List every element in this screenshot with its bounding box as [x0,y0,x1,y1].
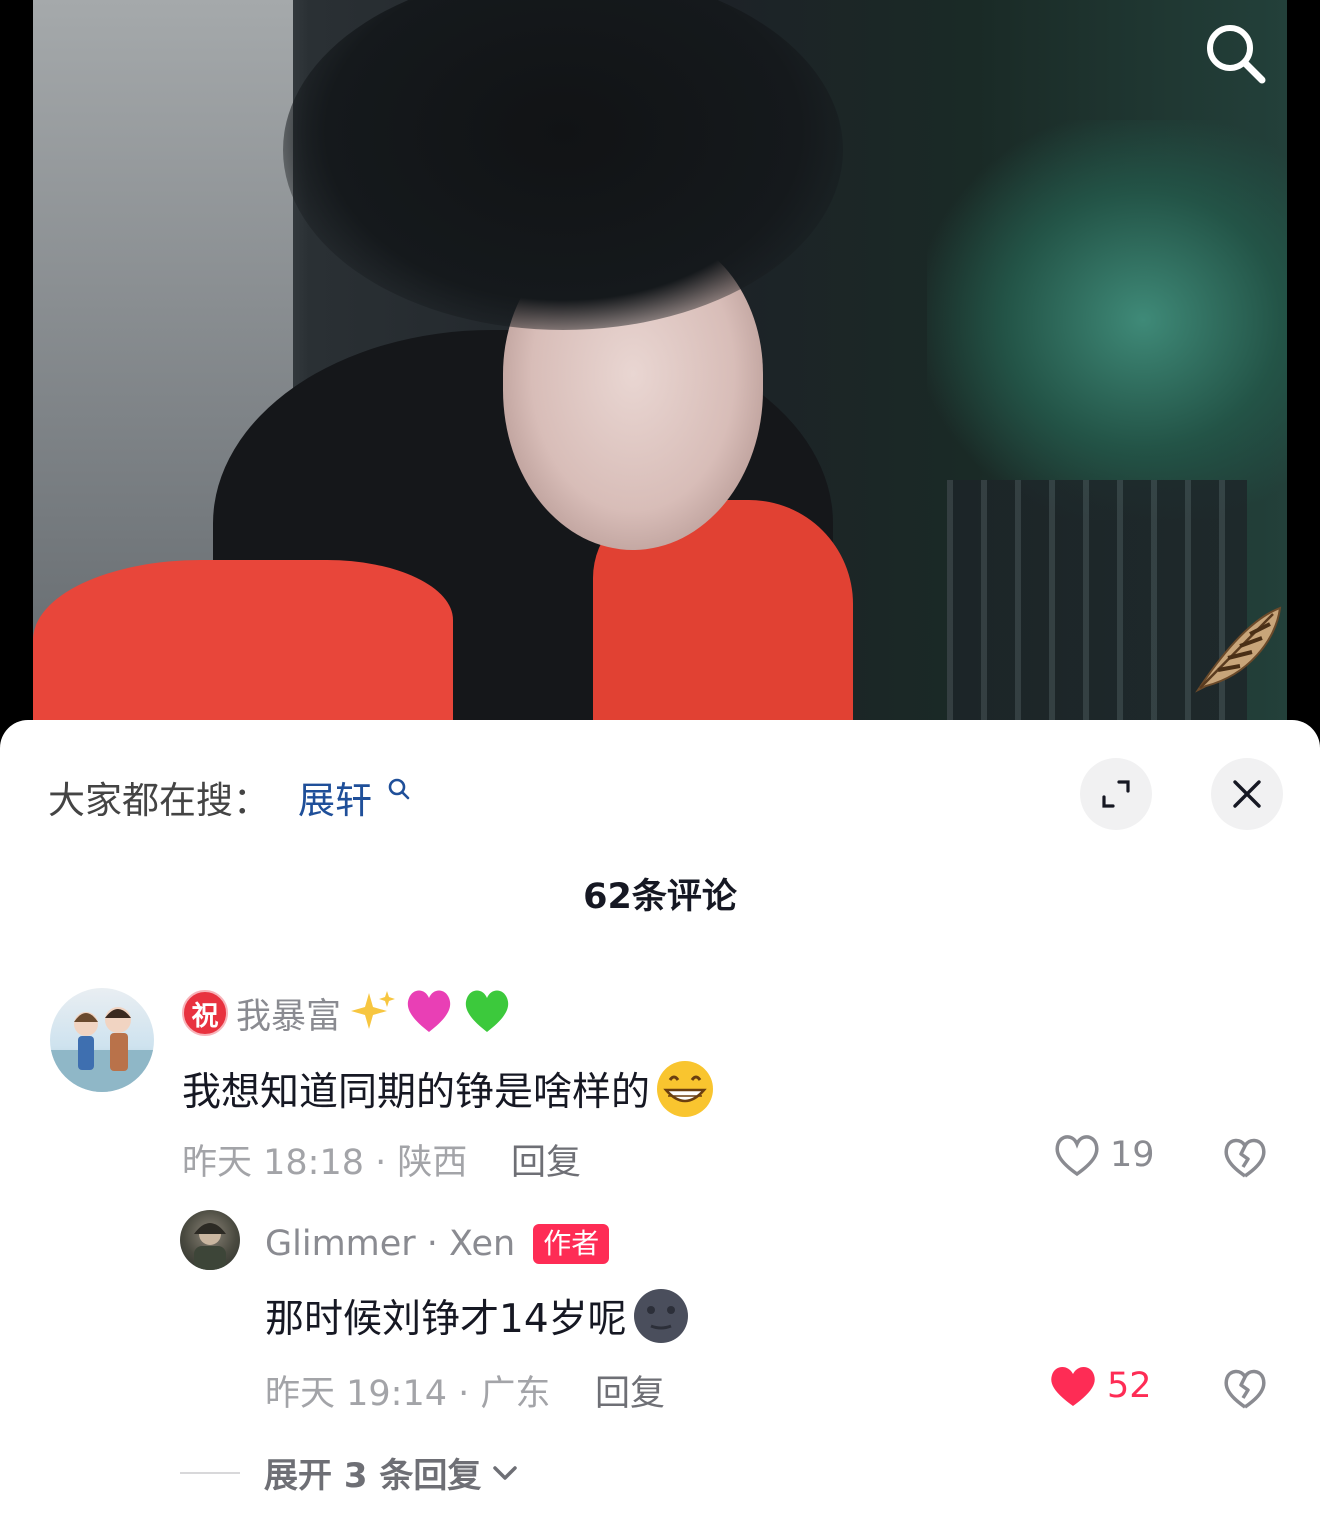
author-badge: 作者 [533,1224,610,1264]
green-heart-emoji-icon [463,988,511,1038]
chevron-down-icon [493,1465,518,1480]
feather-icon [1195,606,1282,693]
avatar[interactable] [50,988,154,1092]
like-count: 19 [1110,1135,1155,1175]
like-button[interactable]: 19 [1052,1132,1155,1178]
divider [180,1471,240,1474]
reply-body: 那时候刘铮才14岁呢 [265,1297,627,1342]
like-count: 52 [1107,1366,1152,1406]
new-moon-face-emoji-icon [633,1289,688,1343]
trending-keyword-link[interactable]: 展轩 [298,770,372,824]
close-icon [1233,780,1261,808]
keyword-search-icon [388,778,410,800]
expand-icon [1102,780,1130,808]
comment-username-row: 祝 我暴富 [182,988,511,1038]
comment-count-title: 62条评论 [583,877,737,917]
search-icon[interactable] [1202,20,1268,86]
close-button[interactable] [1211,758,1283,830]
reply-button[interactable]: 回复 [595,1365,665,1416]
heart-filled-icon [1051,1366,1095,1406]
like-button[interactable]: 52 [1047,1363,1152,1409]
expand-replies-button[interactable]: 展开 3 条回复 [180,1448,519,1497]
reply-time-location: 昨天 19:14 · 广东 [265,1374,551,1414]
comment-time-location: 昨天 18:18 · 陕西 [182,1143,468,1183]
avatar-illustration [50,1007,154,1092]
heart-outline-icon [1055,1135,1099,1177]
comment-panel: 大家都在搜： 展轩 62条评论 祝 我暴富 我想知道同期的铮是啥样的 昨天 18… [0,720,1320,1523]
reply-text: 那时候刘铮才14岁呢 [265,1286,691,1346]
pink-heart-emoji-icon [405,988,453,1038]
video-subject-hair [283,0,843,330]
reply-avatar[interactable] [180,1210,240,1270]
comment-text: 我想知道同期的铮是啥样的 [182,1058,716,1120]
sparkles-emoji-icon [351,989,396,1037]
everyone-searching-label: 大家都在搜： [48,779,270,822]
reply-button[interactable]: 回复 [511,1134,581,1185]
expand-button[interactable] [1080,758,1152,830]
comment-panel-header: 大家都在搜： 展轩 62条评论 [0,720,1320,917]
reply-username[interactable]: Glimmer · Xen [265,1224,515,1264]
comment-username[interactable]: 我暴富 [236,988,341,1039]
expand-replies-label: 展开 3 条回复 [264,1456,482,1496]
broken-heart-icon[interactable] [1221,1134,1269,1182]
video-background-foliage [927,120,1287,520]
video-player[interactable] [33,0,1287,760]
broken-heart-icon[interactable] [1221,1365,1269,1413]
avatar-photo [194,1223,226,1270]
comment-body: 我想知道同期的铮是啥样的 [182,1070,651,1115]
grinning-emoji-icon [657,1061,714,1117]
blessing-badge: 祝 [182,990,228,1036]
reply-username-row: Glimmer · Xen 作者 [265,1220,610,1268]
